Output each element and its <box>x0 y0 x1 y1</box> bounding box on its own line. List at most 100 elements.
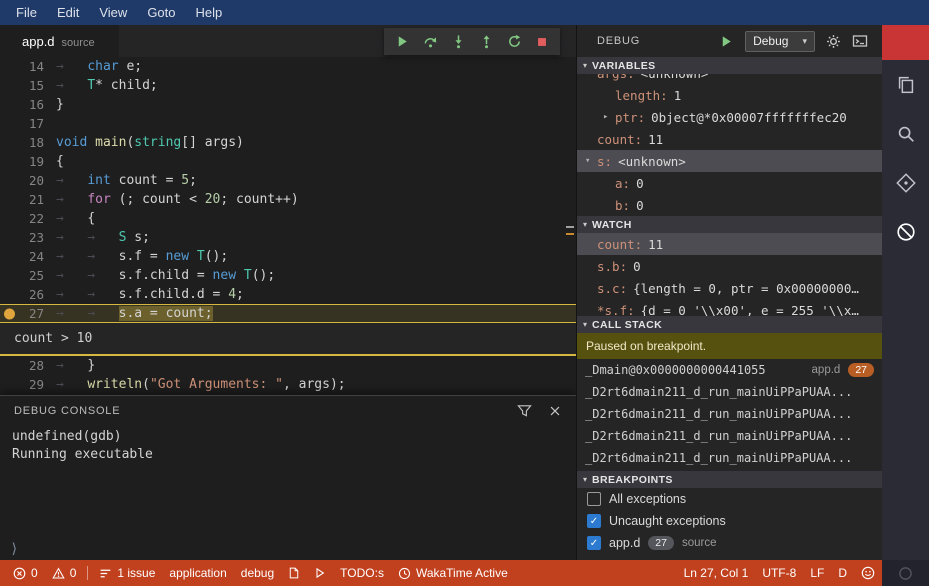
code-line-18[interactable]: 18 void main(string[] args) <box>0 133 576 152</box>
code-line-24[interactable]: 24 → → s.f = new T(); <box>0 247 576 266</box>
run-indicator[interactable] <box>307 560 333 586</box>
encoding-indicator[interactable]: UTF-8 <box>755 560 803 586</box>
code-line-15[interactable]: 15 → T* child; <box>0 76 576 95</box>
variable-name: s.c: <box>597 280 628 296</box>
todos-item[interactable]: TODO:s <box>333 560 391 586</box>
code-text: → writeln("Got Arguments: ", args); <box>56 377 346 392</box>
issues-indicator[interactable]: 1 issue <box>92 560 162 586</box>
wakatime-item[interactable]: WakaTime Active <box>391 560 515 586</box>
stack-frame[interactable]: _D2rt6dmain211_d_run_mainUiPPaPUAA... <box>577 425 882 447</box>
debug-console-toggle-icon[interactable] <box>852 33 868 49</box>
breakpoint-checkbox[interactable] <box>587 492 601 506</box>
code-line-27[interactable]: 27 → → s.a = count; <box>0 304 576 323</box>
errors-indicator[interactable]: 0 <box>6 560 45 586</box>
variable-row[interactable]: length: 1 <box>577 84 882 106</box>
watch-row[interactable]: count: 11 <box>577 233 882 255</box>
git-icon <box>895 172 917 194</box>
restart-button[interactable] <box>501 29 527 54</box>
breakpoint-label: All exceptions <box>609 492 687 506</box>
activity-debug[interactable] <box>882 207 929 256</box>
breakpoint-row[interactable]: ✓ Uncaught exceptions <box>577 510 882 532</box>
breakpoint-condition-widget[interactable]: count > 10 <box>0 323 576 356</box>
variable-row[interactable]: ▾ s: <unknown> <box>577 150 882 172</box>
section-header-callstack[interactable]: ▾ CALL STACK <box>577 316 882 333</box>
code-line-20[interactable]: 20 → int count = 5; <box>0 171 576 190</box>
activity-source-control[interactable] <box>882 158 929 207</box>
code-line-16[interactable]: 16} <box>0 95 576 114</box>
debug-config-dropdown[interactable]: Debug ▾ <box>745 30 815 52</box>
file-indicator[interactable] <box>281 560 307 586</box>
expand-arrow-icon[interactable]: ▸ <box>603 112 615 122</box>
stack-frame[interactable]: _D2rt6dmain211_d_run_mainUiPPaPUAA... <box>577 381 882 403</box>
breakpoint-checkbox[interactable]: ✓ <box>587 514 601 528</box>
code-line-28[interactable]: 28 → } <box>0 356 576 375</box>
step-out-button[interactable] <box>473 29 499 54</box>
console-input-prompt[interactable]: ⟩ <box>10 541 18 557</box>
variable-row[interactable]: ▸ ptr: 0bject@*0x00007fffffffec20 <box>577 106 882 128</box>
filter-icon[interactable] <box>517 403 532 418</box>
gear-icon[interactable] <box>826 34 841 49</box>
wakatime-item-label: WakaTime Active <box>415 566 508 580</box>
section-header-variables[interactable]: ▾ VARIABLES <box>577 57 882 74</box>
variable-name: s.b: <box>597 258 628 274</box>
activity-search[interactable] <box>882 109 929 158</box>
editor-scrollbar[interactable] <box>566 57 575 394</box>
eol-indicator[interactable]: LF <box>803 560 831 586</box>
close-icon[interactable] <box>548 404 562 418</box>
breakpoint-checkbox[interactable]: ✓ <box>587 536 601 550</box>
continue-button[interactable] <box>389 29 415 54</box>
start-debug-button[interactable] <box>719 34 734 49</box>
code-line-25[interactable]: 25 → → s.f.child = new T(); <box>0 266 576 285</box>
menu-file[interactable]: File <box>6 0 47 25</box>
code-line-17[interactable]: 17 <box>0 114 576 133</box>
collapse-arrow-icon[interactable]: ▾ <box>585 156 597 166</box>
menu-edit[interactable]: Edit <box>47 0 89 25</box>
breakpoint-indicator[interactable] <box>4 308 15 319</box>
stack-frame[interactable]: _D2rt6dmain211_d_run_mainUiPPaPUAA... <box>577 447 882 469</box>
watch-row[interactable]: s.b: 0 <box>577 255 882 277</box>
code-line-26[interactable]: 26 → → s.f.child.d = 4; <box>0 285 576 304</box>
code-line-14[interactable]: 14 → char e; <box>0 57 576 76</box>
menu-goto[interactable]: Goto <box>137 0 185 25</box>
step-over-button[interactable] <box>417 29 443 54</box>
circle-icon <box>898 566 913 581</box>
breakpoint-row[interactable]: All exceptions <box>577 488 882 510</box>
stack-frame[interactable]: _D2rt6dmain211_d_run_mainUiPPaPUAA... <box>577 403 882 425</box>
debug-item[interactable]: debug <box>234 560 281 586</box>
feedback-smiley[interactable] <box>854 560 882 586</box>
line-number: 20 <box>28 173 44 188</box>
tab-appd[interactable]: app.d source <box>0 25 119 57</box>
step-into-button[interactable] <box>445 29 471 54</box>
stop-button[interactable] <box>529 29 555 54</box>
variables-list: ▾args:<unknown>length:1▸ptr:0bject@*0x00… <box>577 74 882 216</box>
section-header-watch[interactable]: ▾ WATCH <box>577 216 882 233</box>
section-header-breakpoints[interactable]: ▾ BREAKPOINTS <box>577 471 882 488</box>
console-output[interactable]: undefined(gdb) Running executable <box>0 425 576 464</box>
language-mode-label: D <box>838 566 847 580</box>
file-icon <box>288 566 300 580</box>
cursor-position[interactable]: Ln 27, Col 1 <box>677 560 756 586</box>
application-item[interactable]: application <box>162 560 233 586</box>
variable-row[interactable]: count: 11 <box>577 128 882 150</box>
variable-row[interactable]: ▾args: <unknown> <box>577 74 882 84</box>
issues-icon <box>99 567 112 580</box>
status-corner <box>882 560 929 586</box>
language-mode[interactable]: D <box>831 560 854 586</box>
variable-row[interactable]: a: 0 <box>577 172 882 194</box>
menu-view[interactable]: View <box>89 0 137 25</box>
code-line-21[interactable]: 21 → for (; count < 20; count++) <box>0 190 576 209</box>
activity-explorer[interactable] <box>882 60 929 109</box>
code-line-23[interactable]: 23 → → S s; <box>0 228 576 247</box>
menu-help[interactable]: Help <box>186 0 233 25</box>
collapse-arrow-icon[interactable]: ▾ <box>585 74 597 78</box>
watch-row[interactable]: *s.f: {d = 0 '\\x00', e = 255 '\\x… <box>577 299 882 317</box>
watch-row[interactable]: s.c: {length = 0, ptr = 0x00000000… <box>577 277 882 299</box>
code-line-22[interactable]: 22 → { <box>0 209 576 228</box>
code-line-19[interactable]: 19 { <box>0 152 576 171</box>
line-number: 21 <box>28 192 44 207</box>
variable-row[interactable]: b: 0 <box>577 194 882 216</box>
warnings-indicator[interactable]: 0 <box>45 560 84 586</box>
stack-frame[interactable]: _Dmain@0x0000000000441055 app.d 27 <box>577 359 882 381</box>
code-line-29[interactable]: 29 → writeln("Got Arguments: ", args); <box>0 375 576 394</box>
breakpoint-row[interactable]: ✓ app.d 27 source <box>577 532 882 554</box>
